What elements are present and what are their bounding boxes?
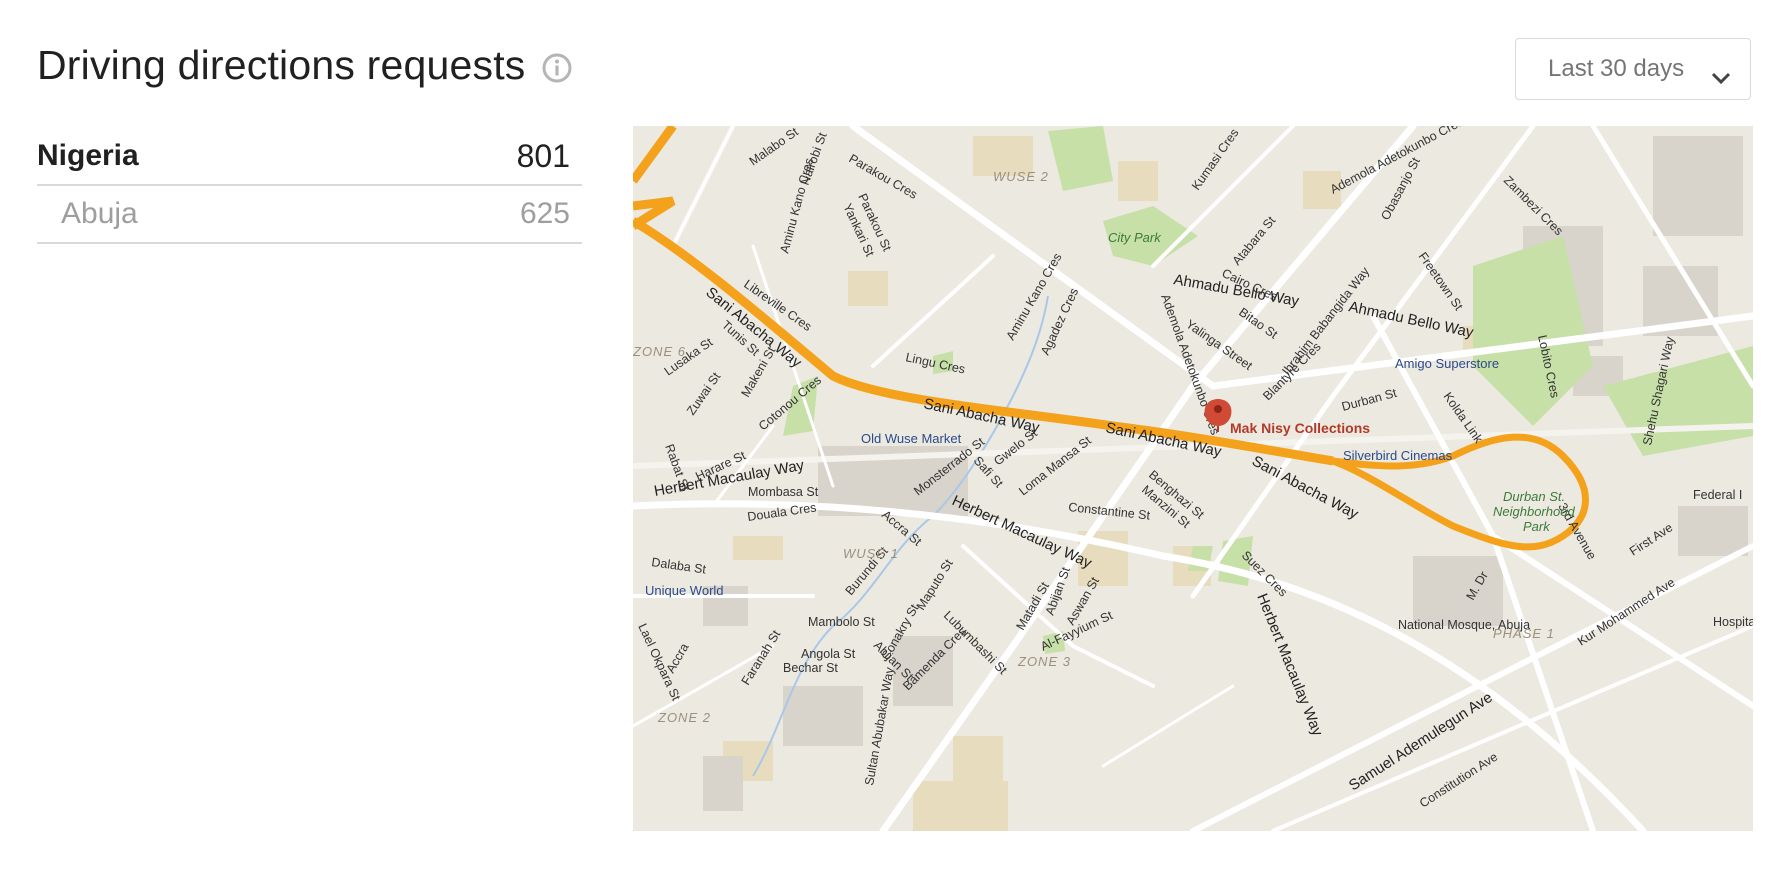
poi-label: National Mosque, Abuja bbox=[1398, 618, 1530, 632]
location-stats: Nigeria 801 Abuja 625 bbox=[37, 130, 582, 244]
chevron-down-icon bbox=[1710, 64, 1732, 85]
park-label: Durban St. bbox=[1503, 489, 1565, 504]
street-label: Bechar St bbox=[783, 661, 838, 675]
park-label: Park bbox=[1523, 519, 1551, 534]
zone-label: ZONE 3 bbox=[1017, 654, 1071, 669]
poi-label: Unique World bbox=[645, 583, 724, 598]
poi-label: Hospital bbox=[1713, 615, 1753, 629]
street-label: Mombasa St bbox=[748, 485, 819, 499]
poi-label: Silverbird Cinemas bbox=[1343, 448, 1453, 463]
country-count: 801 bbox=[516, 137, 570, 174]
zone-label: ZONE 2 bbox=[657, 710, 711, 725]
street-label: Mambolo St bbox=[808, 615, 875, 629]
zone-label: WUSE 2 bbox=[993, 169, 1049, 184]
city-row[interactable]: Abuja 625 bbox=[37, 186, 582, 244]
page: Driving directions requests Last 30 days… bbox=[0, 0, 1790, 882]
country-row[interactable]: Nigeria 801 bbox=[37, 130, 582, 186]
header: Driving directions requests bbox=[37, 42, 574, 89]
zone-label: WUSE 1 bbox=[843, 546, 899, 561]
city-count: 625 bbox=[519, 197, 570, 230]
info-icon[interactable] bbox=[540, 51, 574, 85]
park-label: Neighborhood bbox=[1493, 504, 1575, 519]
zone-label: ZONE 6 bbox=[633, 344, 686, 359]
street-label: Angola St bbox=[801, 647, 856, 661]
poi-label: Amigo Superstore bbox=[1395, 356, 1499, 371]
city-name: Abuja bbox=[61, 197, 138, 230]
country-name: Nigeria bbox=[37, 139, 139, 172]
date-range-dropdown[interactable]: Last 30 days bbox=[1515, 38, 1751, 100]
poi-label: Old Wuse Market bbox=[861, 431, 962, 446]
map[interactable]: Sani Abacha Way Sani Abacha Way Sani Aba… bbox=[633, 126, 1753, 831]
marker-label[interactable]: Mak Nisy Collections bbox=[1230, 420, 1370, 436]
page-title: Driving directions requests bbox=[37, 42, 526, 88]
poi-label: Federal I bbox=[1693, 488, 1742, 502]
park-label: City Park bbox=[1108, 230, 1162, 245]
date-range-value: Last 30 days bbox=[1548, 55, 1685, 82]
